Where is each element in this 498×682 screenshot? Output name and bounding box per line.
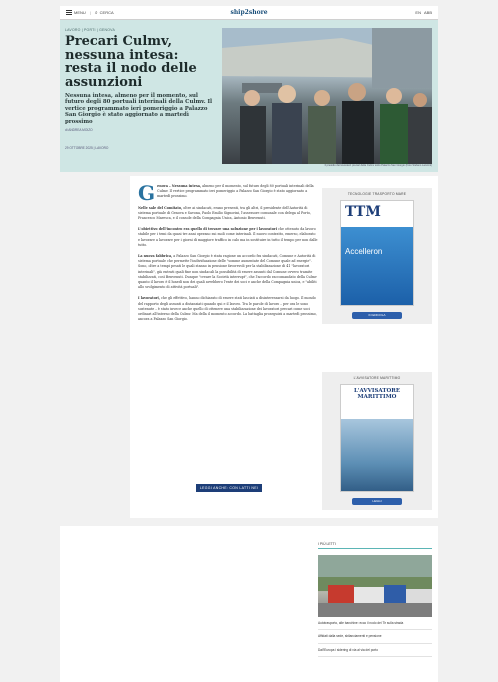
top-nav: MENU | ⌕ CERCA ship2shore EN ABB: [60, 6, 438, 20]
paragraph-bold: L'obiettivo dell'incontro era quello di …: [138, 227, 278, 232]
site-logo[interactable]: ship2shore: [230, 9, 267, 16]
paragraph: Nelle sale del Comitato, oltre ai sindac…: [138, 206, 318, 222]
search-label[interactable]: CERCA: [100, 10, 114, 15]
article-date: 29 OTTOBRE 2025 | LAVORO: [65, 146, 109, 151]
magazine-brand: TTM: [345, 204, 381, 220]
card-title: TECNOLOGIE TRASPORTO MARE: [347, 192, 407, 196]
magazine-cover[interactable]: TTM Accelleron: [340, 200, 414, 306]
magazine-cover[interactable]: L'AVVISATORE MARITTIMO: [340, 384, 414, 492]
most-read-item[interactable]: Affidati dalla sede, sbilanciamenti e pe…: [318, 634, 432, 644]
paragraph-bold: I lavoratori,: [138, 296, 160, 301]
paragraph-text: che gli effettivo, hanno dichiarato di e…: [138, 296, 317, 322]
article-subtitle: Nessuna intesa, almeno per il momento, s…: [65, 93, 213, 125]
bottom-section: I PIÙ LETTI Autotrasporto, alle banchine…: [60, 526, 438, 682]
magazine-card-avvisatore: L'AVVISATORE MARITTIMO L'AVVISATORE MARI…: [322, 372, 432, 510]
magazine-brand: L'AVVISATORE MARITTIMO: [353, 388, 401, 400]
most-read-card: I PIÙ LETTI Autotrasporto, alle banchine…: [318, 542, 432, 658]
article-lead: G enova – Nessuna intesa, almeno per il …: [138, 181, 318, 205]
menu-button[interactable]: MENU | ⌕ CERCA: [66, 10, 114, 16]
magazine-card-ttm: TECNOLOGIE TRASPORTO MARE TTM Accelleron…: [322, 188, 432, 324]
hamburger-icon: [66, 10, 72, 15]
most-read-image[interactable]: [318, 555, 432, 617]
article-author[interactable]: di ANDREA MOIZO: [65, 128, 215, 132]
divider: |: [89, 10, 91, 15]
language-switch[interactable]: EN: [415, 10, 421, 15]
article-content: G enova – Nessuna intesa, almeno per il …: [130, 176, 438, 518]
paragraph-bold: Nelle sale del Comitato,: [138, 205, 183, 210]
subscribe-link[interactable]: ABB: [424, 10, 432, 15]
photo-caption: Il presidio dei lavoratori precari della…: [324, 164, 432, 167]
magazine-button[interactable]: IN EDICOLA: [352, 312, 402, 319]
trucks-image: [318, 555, 432, 617]
article-title: Precari Culmv, nessuna intesa: resta il …: [65, 34, 197, 90]
drop-cap: G: [138, 181, 156, 205]
protest-crowd-image: [222, 28, 432, 164]
menu-label: MENU: [74, 10, 86, 15]
cover-headline: Accelleron: [345, 247, 383, 256]
read-also-button[interactable]: LEGGI ANCHE: CON LATTI NEI: [196, 484, 262, 492]
paragraph: La nuova fabbrica, a Palazzo San Giorgio…: [138, 254, 318, 290]
hero-photo: [222, 28, 432, 164]
paragraph-text: a Palazzo San Giorgio è stata ragione un…: [138, 254, 317, 290]
card-title: L'AVVISATORE MARITTIMO: [353, 376, 401, 380]
most-read-item[interactable]: Autotrasporto, alle banchine: ecco il no…: [318, 621, 432, 631]
most-read-item[interactable]: Dall'Europa i sidering di via al via del…: [318, 648, 432, 658]
article-body: G enova – Nessuna intesa, almeno per il …: [138, 181, 318, 328]
search-icon[interactable]: ⌕: [95, 10, 98, 16]
paragraph: L'obiettivo dell'incontro era quello di …: [138, 227, 318, 248]
most-read-header: I PIÙ LETTI: [318, 542, 432, 549]
hero-section: LAVORO | PORTI | GENOVA Precari Culmv, n…: [60, 20, 438, 172]
magazine-button[interactable]: LEGGI: [352, 498, 402, 505]
article-kicker[interactable]: LAVORO | PORTI | GENOVA: [65, 28, 215, 32]
paragraph-bold: La nuova fabbrica,: [138, 254, 173, 259]
paragraph: I lavoratori, che gli effettivo, hanno d…: [138, 296, 318, 322]
lead-bold: enova – Nessuna intesa,: [157, 184, 202, 188]
